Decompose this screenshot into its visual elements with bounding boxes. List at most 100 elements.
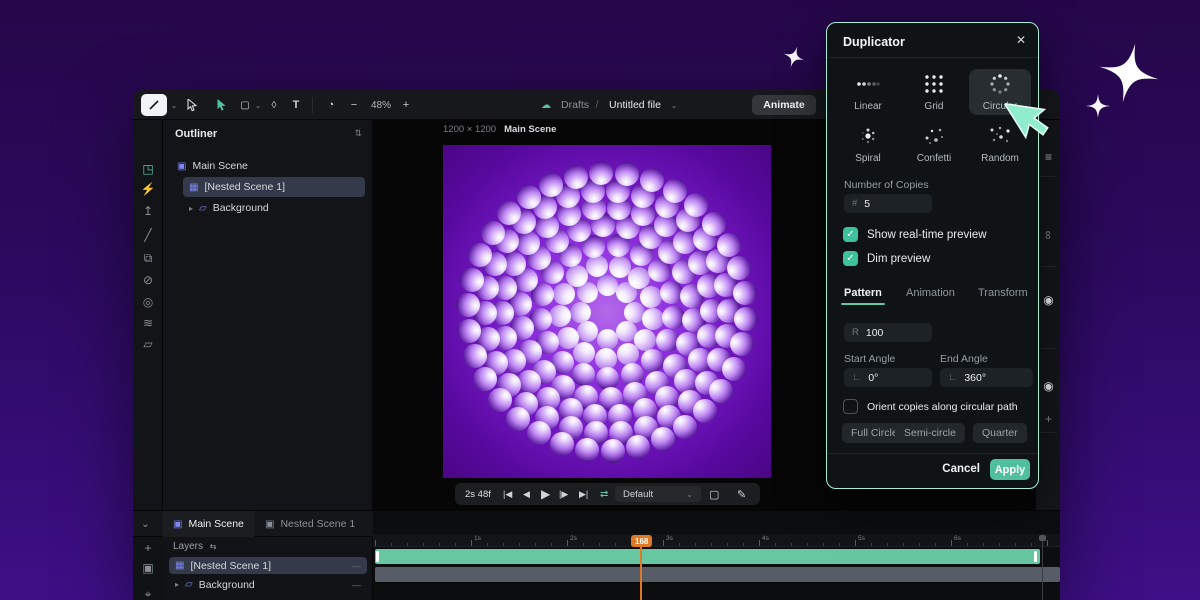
- step-forward-button[interactable]: |▶: [559, 483, 575, 505]
- outliner-item[interactable]: ▦[Nested Scene 1]: [183, 177, 365, 197]
- timeline-panel: ⌄ ▣ Main Scene ▣ Nested Scene 1 +▣⌖ Laye…: [133, 510, 1060, 600]
- show-preview-checkbox-row[interactable]: ✓ Show real-time preview: [843, 227, 987, 242]
- pattern-dot: [730, 332, 754, 356]
- radius-input[interactable]: R 100: [844, 323, 932, 342]
- line-tool-chevron-icon[interactable]: ⌄: [169, 90, 179, 120]
- copy-icon[interactable]: ⧉: [133, 251, 163, 266]
- timeline-end-handle[interactable]: [1039, 535, 1046, 541]
- checkbox-unchecked-icon[interactable]: [843, 399, 858, 414]
- timeline-end-marker[interactable]: [1042, 534, 1043, 600]
- checkbox-checked-icon[interactable]: ✓: [843, 227, 858, 242]
- step-back-button[interactable]: ◀: [523, 483, 539, 505]
- apply-button[interactable]: Apply: [990, 459, 1030, 480]
- duplicator-option-spiral[interactable]: Spiral: [837, 121, 899, 167]
- eye-icon[interactable]: ◉: [1036, 293, 1061, 307]
- playhead-line[interactable]: [640, 545, 642, 600]
- zoom-out-button[interactable]: −: [347, 90, 361, 120]
- play-button[interactable]: ▶: [541, 483, 557, 505]
- end-angle-input[interactable]: ∟ 360°: [940, 368, 1033, 387]
- layer-toggle-icon[interactable]: —: [352, 580, 361, 590]
- playhead-badge[interactable]: 168: [631, 535, 652, 547]
- move-icon[interactable]: ⌖: [133, 587, 163, 600]
- cube-icon[interactable]: ◳: [133, 162, 163, 176]
- ruler-tick: [391, 543, 392, 546]
- dim-preview-checkbox-row[interactable]: ✓ Dim preview: [843, 251, 930, 266]
- loop-button[interactable]: ⇄: [600, 483, 616, 505]
- layer-label: Background: [213, 202, 269, 214]
- close-icon[interactable]: ✕: [1016, 33, 1026, 47]
- skip-end-button[interactable]: ▶|: [579, 483, 595, 505]
- hand-tool-button[interactable]: ◔: [321, 90, 341, 120]
- menu-icon[interactable]: ≡: [1036, 150, 1061, 164]
- outliner-item[interactable]: ▸▱Background: [183, 198, 365, 218]
- orient-checkbox-row[interactable]: Orient copies along circular path: [843, 399, 1018, 414]
- link-icon[interactable]: ∞: [1042, 223, 1056, 248]
- layer-type-icon: ▱: [185, 579, 193, 590]
- track-start-handle[interactable]: [376, 551, 379, 562]
- file-menu-chevron-icon[interactable]: ⌄: [669, 90, 679, 120]
- eye-icon-2[interactable]: ◉: [1036, 379, 1061, 393]
- timeline-tab-main-scene[interactable]: ▣ Main Scene: [163, 511, 254, 537]
- checkbox-checked-icon[interactable]: ✓: [843, 251, 858, 266]
- pen-icon[interactable]: ╱: [133, 228, 163, 242]
- wave-icon[interactable]: ≋: [133, 316, 163, 330]
- effects-icon[interactable]: ◎: [133, 295, 163, 309]
- line-tool-button[interactable]: [141, 94, 167, 116]
- duplicator-option-confetti[interactable]: Confetti: [903, 121, 965, 167]
- timeline-layer-row[interactable]: ▸▱Background—: [169, 576, 367, 593]
- outliner-sort-icon[interactable]: ⇅: [354, 128, 362, 139]
- duplicator-option-linear[interactable]: Linear: [837, 69, 899, 115]
- preset-semi-circle-button[interactable]: Semi-circle: [895, 423, 965, 443]
- timeline-collapse-button[interactable]: ⌄: [135, 511, 156, 537]
- skip-start-button[interactable]: |◀: [503, 483, 519, 505]
- timeline-ruler[interactable]: 1s2s3s4s5s6s: [373, 534, 1060, 547]
- cancel-button[interactable]: Cancel: [942, 463, 980, 475]
- mask-icon[interactable]: ⊘: [133, 273, 163, 287]
- copies-input[interactable]: # 5: [844, 194, 932, 213]
- artboard-scene-name[interactable]: Main Scene: [504, 124, 556, 135]
- expand-caret-icon[interactable]: ▸: [189, 204, 193, 213]
- direct-select-tool-button[interactable]: [211, 90, 233, 120]
- display-mode-button[interactable]: ▢: [709, 483, 727, 505]
- tab-pattern[interactable]: Pattern: [844, 287, 882, 299]
- text-tool-button[interactable]: T: [287, 90, 305, 120]
- shape-icon[interactable]: ▱: [133, 337, 163, 351]
- timeline-track-area[interactable]: 1s2s3s4s5s6s 168: [373, 511, 1060, 600]
- tab-animation[interactable]: Animation: [906, 287, 955, 299]
- ruler-tick: [935, 543, 936, 546]
- plus-icon[interactable]: +: [1036, 412, 1061, 426]
- start-angle-input[interactable]: ∟ 0°: [844, 368, 932, 387]
- layer-toggle-icon[interactable]: —: [352, 561, 361, 571]
- breadcrumb-file-name[interactable]: Untitled file: [603, 90, 667, 120]
- pattern-dot: [601, 439, 625, 463]
- animate-button[interactable]: Animate: [752, 95, 816, 115]
- end-angle-value: 360°: [964, 372, 986, 384]
- artboard[interactable]: [443, 145, 771, 478]
- breadcrumb-drafts[interactable]: Drafts: [557, 90, 593, 120]
- background-track[interactable]: [375, 567, 1060, 582]
- frame-tool-chevron-icon[interactable]: ⌄: [253, 90, 263, 120]
- timeline-layer-row[interactable]: ▦[Nested Scene 1]—: [169, 557, 367, 574]
- preset-quarter-button[interactable]: Quarter: [973, 423, 1027, 443]
- paint-preview-button[interactable]: ✎: [737, 483, 755, 505]
- add-layer-icon[interactable]: +: [133, 541, 163, 555]
- timeline-tab-nested-scene[interactable]: ▣ Nested Scene 1: [255, 511, 365, 537]
- zoom-level[interactable]: 48%: [365, 90, 397, 120]
- nested-scene-track[interactable]: [375, 549, 1040, 564]
- layers-filter-icon[interactable]: ⇆: [210, 542, 217, 551]
- frame-tool-button[interactable]: ▢: [237, 90, 253, 120]
- tag-tool-button[interactable]: ◊: [265, 90, 283, 120]
- tab-transform[interactable]: Transform: [978, 287, 1028, 299]
- image-icon[interactable]: ▣: [133, 561, 163, 575]
- expand-caret-icon[interactable]: ▸: [175, 580, 179, 589]
- select-tool-button[interactable]: [181, 90, 203, 120]
- zoom-in-button[interactable]: +: [399, 90, 413, 120]
- outliner-item[interactable]: ▣Main Scene: [171, 156, 365, 176]
- duplicator-option-grid[interactable]: Grid: [903, 69, 965, 115]
- track-end-handle[interactable]: [1034, 551, 1037, 562]
- pattern-dot: [709, 379, 733, 403]
- upload-icon[interactable]: ↥: [133, 204, 163, 218]
- preset-dropdown[interactable]: Default ⌄: [615, 486, 701, 502]
- bolt-icon[interactable]: ⚡: [133, 182, 163, 196]
- ruler-tick: [743, 543, 744, 546]
